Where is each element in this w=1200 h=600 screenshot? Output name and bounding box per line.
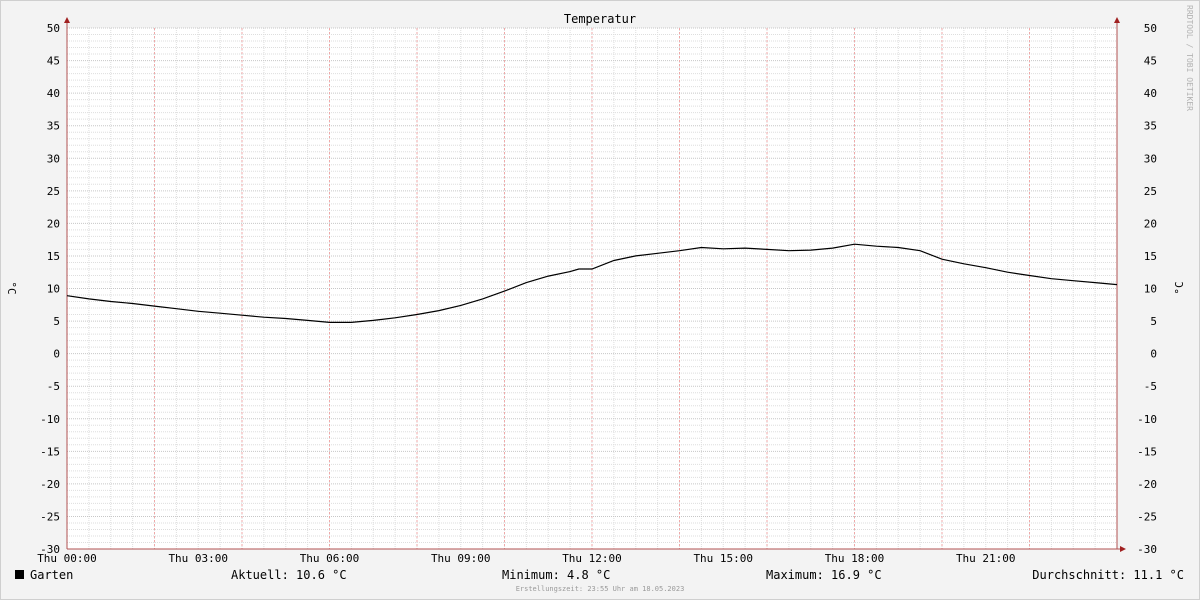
temperature-chart: 50454035302520151050-5-10-15-20-25-30 50…: [5, 5, 1194, 565]
x-tick-label: Thu 09:00: [431, 552, 491, 565]
y-tick-label-left: 20: [47, 217, 60, 230]
y-tick-label-left: 50: [47, 22, 60, 35]
legend-current: Aktuell: 10.6 °C: [231, 568, 347, 582]
y-tick-label-right: -15: [1137, 445, 1157, 458]
y-tick-label-right: 0: [1150, 348, 1157, 361]
y-tick-label-left: -25: [40, 510, 60, 523]
y-axis-left-arrow: [64, 17, 70, 23]
y-ticks-left: 50454035302520151050-5-10-15-20-25-30: [40, 22, 60, 556]
x-tick-label: Thu 21:00: [956, 552, 1016, 565]
y-ticks-right: 50454035302520151050-5-10-15-20-25-30: [1137, 22, 1157, 556]
y-tick-label-right: 15: [1144, 250, 1157, 263]
legend-maximum: Maximum: 16.9 °C: [766, 568, 882, 582]
x-ticks: Thu 00:00 Thu 03:00 Thu 06:00 Thu 09:00 Thu …: [37, 552, 1015, 565]
y-tick-label-right: 50: [1144, 22, 1157, 35]
y-tick-label-left: 40: [47, 87, 60, 100]
y-tick-label-right: 10: [1144, 283, 1157, 296]
y-tick-label-left: 30: [47, 152, 60, 165]
watermark: RRDTOOL / TOBI OETIKER: [1185, 5, 1194, 111]
y-tick-label-left: -20: [40, 478, 60, 491]
y-tick-label-right: 40: [1144, 87, 1157, 100]
y-tick-label-right: 5: [1150, 315, 1157, 328]
y-tick-label-right: -25: [1137, 510, 1157, 523]
y-tick-label-left: 25: [47, 185, 60, 198]
x-tick-label: Thu 03:00: [168, 552, 228, 565]
legend-minimum: Minimum: 4.8 °C: [502, 568, 611, 582]
y-tick-label-right: 45: [1144, 55, 1157, 68]
y-tick-label-left: -5: [47, 380, 60, 393]
chart-title: Temperatur: [564, 12, 636, 26]
y-tick-label-left: 0: [53, 348, 60, 361]
y-tick-label-left: -10: [40, 413, 60, 426]
y-axis-label-right: °C: [1173, 281, 1186, 294]
legend-average: Durchschnitt: 11.1 °C: [1032, 568, 1184, 582]
y-tick-label-right: 35: [1144, 120, 1157, 133]
y-tick-label-right: 25: [1144, 185, 1157, 198]
y-tick-label-left: -15: [40, 445, 60, 458]
y-tick-label-left: 10: [47, 283, 60, 296]
y-axis-label-left: °C: [5, 281, 18, 294]
y-tick-label-left: 15: [47, 250, 60, 263]
y-axis-right-arrow: [1114, 17, 1120, 23]
y-tick-label-left: 35: [47, 120, 60, 133]
y-tick-label-left: 5: [53, 315, 60, 328]
y-tick-label-right: -5: [1144, 380, 1157, 393]
y-tick-label-right: 20: [1144, 217, 1157, 230]
x-tick-label: Thu 06:00: [300, 552, 360, 565]
y-tick-label-right: -20: [1137, 478, 1157, 491]
y-tick-label-right: -30: [1137, 543, 1157, 556]
legend-swatch-garten: [15, 570, 24, 579]
x-axis-arrow: [1120, 546, 1126, 552]
footer-timestamp: Erstellungszeit: 23:55 Uhr am 18.05.2023: [515, 585, 685, 593]
x-tick-label: Thu 18:00: [825, 552, 885, 565]
legend-series-name: Garten: [30, 568, 74, 582]
x-tick-label: Thu 15:00: [693, 552, 753, 565]
y-tick-label-right: 30: [1144, 152, 1157, 165]
y-tick-label-right: -10: [1137, 413, 1157, 426]
y-tick-label-left: 45: [47, 55, 60, 68]
x-tick-label: Thu 12:00: [562, 552, 622, 565]
x-tick-label: Thu 00:00: [37, 552, 97, 565]
